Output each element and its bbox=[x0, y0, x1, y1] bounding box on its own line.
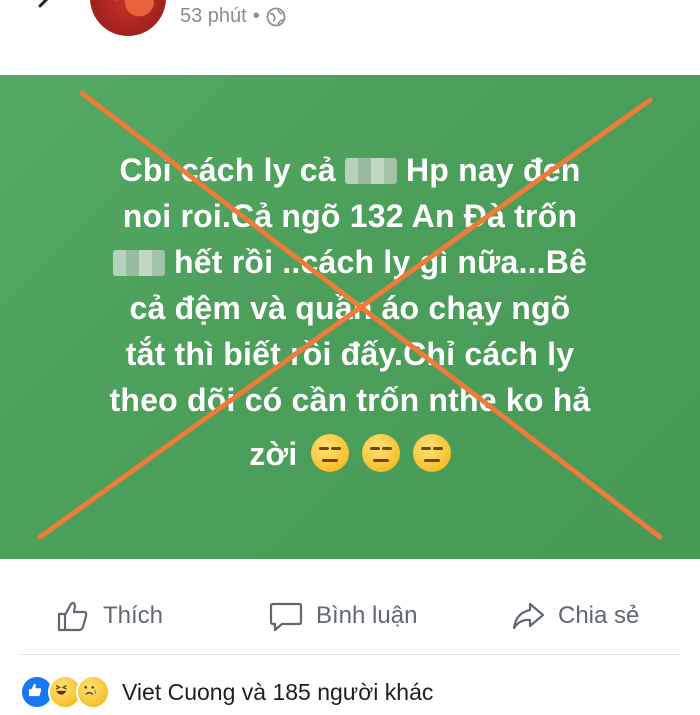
share-arrow-icon bbox=[512, 602, 545, 630]
sad-icon bbox=[76, 675, 110, 709]
reactions-summary[interactable]: Viet Cuong và 185 người khác bbox=[20, 672, 433, 712]
comment-icon bbox=[269, 602, 303, 632]
more-options-icon[interactable] bbox=[632, 0, 682, 8]
like-button[interactable]: Thích bbox=[55, 586, 163, 646]
post-header: 53 phút • bbox=[0, 0, 700, 40]
cross-mark-overlay bbox=[37, 90, 663, 540]
back-chevron-icon[interactable] bbox=[34, 0, 56, 16]
share-label: Chia sẻ bbox=[558, 602, 640, 629]
like-label: Thích bbox=[103, 602, 164, 629]
thumbs-up-icon bbox=[57, 601, 88, 632]
share-button[interactable]: Chia sẻ bbox=[510, 586, 639, 646]
meta-separator: • bbox=[252, 5, 260, 27]
reactions-summary-text: Viet Cuong và 185 người khác bbox=[122, 678, 434, 705]
avatar[interactable] bbox=[90, 0, 166, 36]
action-bar: Thích Bình luận Chia sẻ bbox=[0, 586, 700, 646]
post-time[interactable]: 53 phút bbox=[180, 5, 247, 28]
divider bbox=[20, 654, 680, 655]
post-meta: 53 phút • bbox=[180, 5, 286, 28]
globe-icon bbox=[266, 7, 286, 26]
comment-button[interactable]: Bình luận bbox=[268, 586, 417, 646]
post-content-card[interactable]: Cbi cách ly cả Hp nay đen noi roi.Cả ngõ… bbox=[0, 75, 700, 559]
comment-label: Bình luận bbox=[316, 602, 418, 629]
